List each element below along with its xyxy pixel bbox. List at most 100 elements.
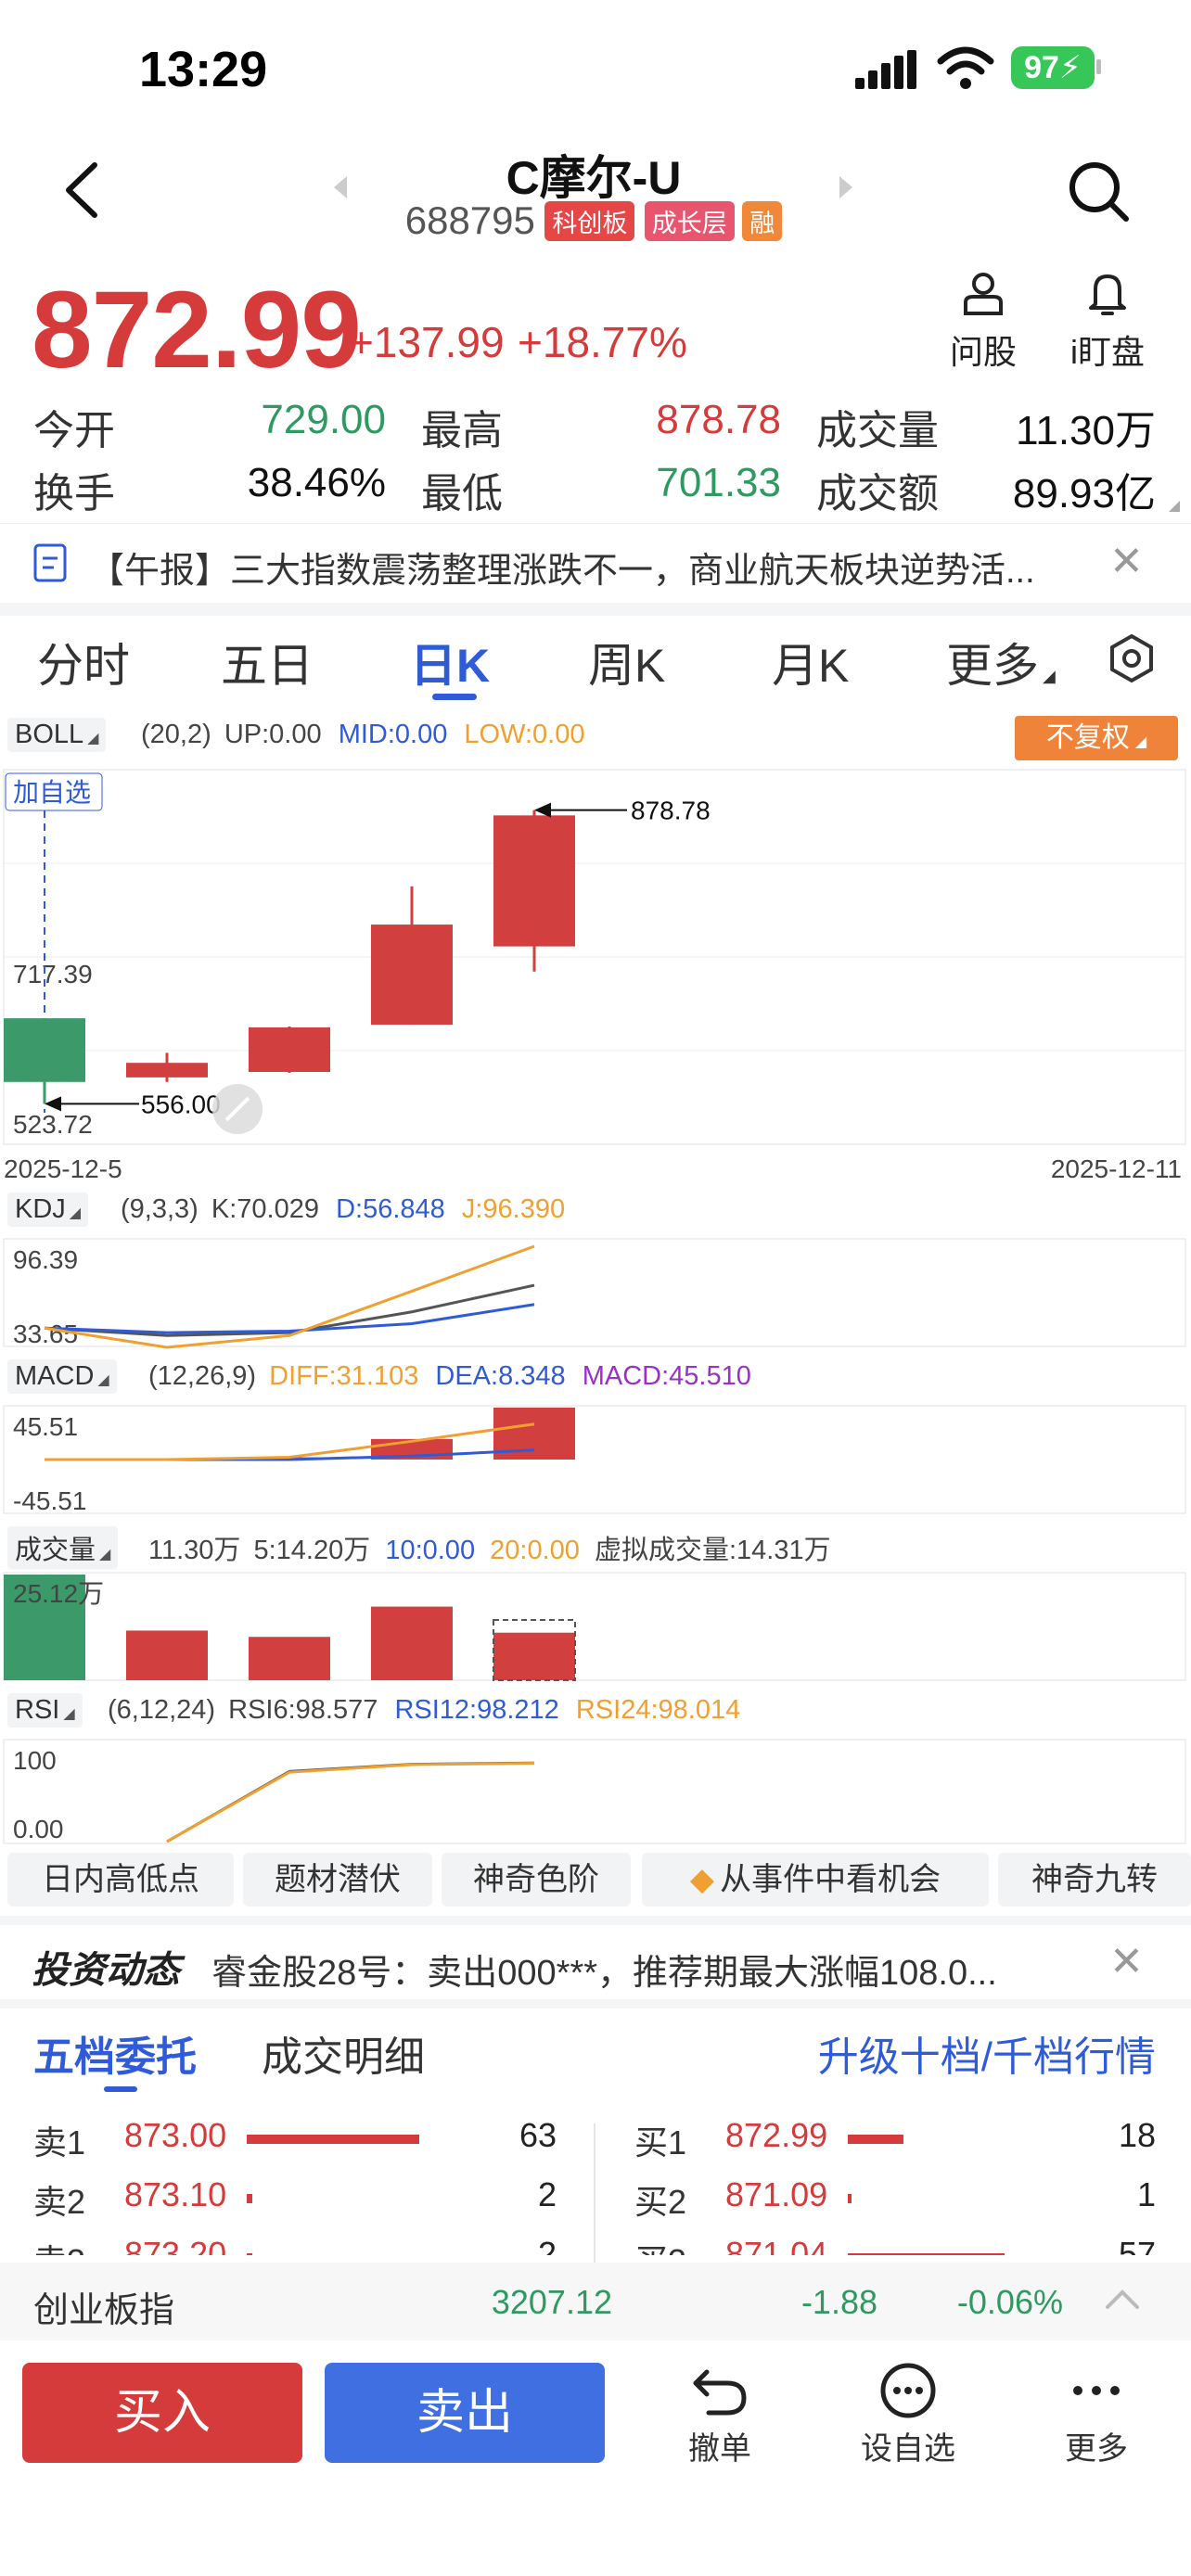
chip-magic-color[interactable]: 神奇色阶 — [442, 1853, 631, 1906]
chevron-up-icon[interactable] — [1104, 2285, 1141, 2313]
cancel-order-button[interactable]: 撤单 — [672, 2361, 768, 2472]
invest-close-icon[interactable]: ✕ — [1109, 1938, 1144, 1985]
rsi-indicator-select[interactable]: RSI ◢ — [7, 1693, 83, 1728]
sell-row[interactable]: 卖2 873.10 2 — [0, 2175, 575, 2227]
stock-chart[interactable]: 911.06717.39523.72加自选878.78556.002025-12… — [0, 760, 1191, 1845]
macd-ytick: -45.51 — [13, 1486, 86, 1515]
news-text: 【午报】三大指数震荡整理涨跌不一，商业航天板块逆势活... — [89, 552, 1035, 591]
macd-indicator-select[interactable]: MACD ◢ — [7, 1359, 117, 1394]
x-axis-start: 2025-12-5 — [4, 1154, 122, 1183]
ellipsis-icon — [1073, 2386, 1120, 2395]
index-value: 3207.12 — [491, 2283, 612, 2321]
add-watchlist-label: 设自选 — [861, 2431, 955, 2467]
index-name: 创业板指 — [33, 2291, 175, 2330]
invest-text: 睿金股28号：卖出000***，推荐期最大涨幅108.0... — [211, 1954, 997, 1993]
tab-active-indicator — [432, 694, 477, 700]
tab-five-day[interactable]: 五日 — [221, 629, 314, 695]
boll-mid: MID:0.00 — [338, 720, 448, 749]
boll-indicator-select[interactable]: BOLL ◢ — [7, 718, 107, 752]
tab-monthly-k[interactable]: 月K — [772, 629, 849, 695]
ask-stock-button[interactable]: 问股 — [939, 269, 1028, 371]
sell-qty: 2 — [537, 2235, 557, 2255]
tab-intraday[interactable]: 分时 — [37, 629, 130, 695]
volume-v1: 11.30万 — [148, 1536, 241, 1565]
invest-bottom-divider — [0, 1999, 1191, 2009]
invest-top-divider — [0, 1916, 1191, 1925]
volume-v5: 5:14.20万 — [253, 1536, 371, 1565]
tab-five-level[interactable]: 五档委托 — [33, 2023, 197, 2083]
boll-caret-icon: ◢ — [87, 731, 99, 746]
adjust-select[interactable]: 不复权 ◢ — [1015, 716, 1178, 760]
more-button[interactable]: 更多 — [1050, 2361, 1143, 2472]
kdj-indicator-select[interactable]: KDJ ◢ — [7, 1192, 89, 1227]
rsi-12: RSI12:98.212 — [394, 1695, 559, 1725]
buy-depth-bar — [848, 2253, 1005, 2255]
upgrade-depth-link[interactable]: 升级十档/千档行情 — [798, 2023, 1156, 2083]
buy-qty: 18 — [1118, 2116, 1156, 2154]
stats-expand-corner[interactable] — [1169, 501, 1180, 512]
macd-dea: DEA:8.348 — [435, 1361, 566, 1391]
charging-bolt-icon: ⚡ — [1058, 50, 1082, 85]
tab-trade-detail[interactable]: 成交明细 — [262, 2023, 425, 2083]
adjust-label: 不复权 — [1045, 722, 1130, 753]
kdj-line-d — [44, 1303, 535, 1334]
chart-settings-button[interactable] — [1106, 632, 1158, 684]
volume-indicator-select[interactable]: 成交量 ◢ — [7, 1526, 119, 1569]
stat-volume-value: 11.30万 — [1016, 408, 1156, 453]
current-price: 872.99 — [32, 269, 362, 391]
macd-values: (12,26,9) DIFF:31.103 DEA:8.348 MACD:45.… — [148, 1361, 751, 1392]
sell-price: 873.10 — [124, 2175, 227, 2213]
stat-high-value: 878.78 — [656, 397, 781, 442]
sell-depth-bar — [247, 2253, 252, 2255]
watch-market-button[interactable]: i盯盘 — [1052, 269, 1163, 371]
kdj-name: KDJ — [15, 1194, 66, 1224]
invest-news-bar[interactable]: 投资动态 睿金股28号：卖出000***，推荐期最大涨幅108.0... ✕ — [0, 1925, 1191, 1999]
adjust-caret-icon: ◢ — [1134, 734, 1147, 750]
high-annotation: 878.78 — [631, 797, 711, 825]
cellular-signal-icon — [853, 48, 920, 91]
bell-icon — [1089, 274, 1126, 315]
sell-row[interactable]: 卖3 873.20 2 — [0, 2235, 575, 2255]
buy-row[interactable]: 买3 871.04 57 — [612, 2235, 1169, 2255]
kdj-k: K:70.029 — [211, 1194, 319, 1224]
add-watchlist-button[interactable]: 设自选 — [850, 2361, 967, 2472]
buy-row[interactable]: 买1 872.99 18 — [612, 2116, 1169, 2168]
rsi-values: (6,12,24) RSI6:98.577 RSI12:98.212 RSI24… — [108, 1695, 740, 1726]
sell-row[interactable]: 卖1 873.00 63 — [0, 2116, 575, 2168]
boll-up: UP:0.00 — [224, 720, 322, 749]
buy-level-label: 买3 — [634, 2235, 686, 2255]
buy-depth-bar — [848, 2135, 904, 2144]
prev-stock-icon[interactable] — [334, 176, 347, 198]
buy-row[interactable]: 买2 871.09 1 — [612, 2175, 1169, 2227]
macd-ytick: 45.51 — [13, 1412, 78, 1441]
news-close-icon[interactable]: ✕ — [1109, 538, 1144, 585]
stat-open-label: 今开 — [33, 408, 115, 453]
tab-daily-k[interactable]: 日K — [410, 629, 490, 695]
stat-volume-label: 成交量 — [816, 408, 939, 453]
stock-code-row: 688795 科创板 成长层 融 — [371, 198, 816, 243]
sell-depth-bar — [247, 2194, 252, 2203]
price-change: +137.99 — [349, 318, 505, 366]
sell-button[interactable]: 卖出 — [325, 2363, 605, 2463]
chip-magic-nine[interactable]: 神奇九转 — [998, 1853, 1191, 1906]
index-bar[interactable]: 创业板指 3207.12 -1.88 -0.06% — [0, 2263, 1191, 2340]
chip-theme-ambush[interactable]: 题材潜伏 — [243, 1853, 432, 1906]
tab-more[interactable]: 更多 ◢ — [946, 629, 1056, 695]
k-ytick: 717.39 — [13, 960, 93, 988]
next-stock-icon[interactable] — [839, 176, 852, 198]
buy-button[interactable]: 买入 — [22, 2363, 302, 2463]
stat-low-value: 701.33 — [656, 460, 781, 505]
battery-level: 97 — [1024, 50, 1059, 85]
invest-logo: 投资动态 — [32, 1950, 180, 1991]
chip-intraday-high-low[interactable]: 日内高低点 — [7, 1853, 234, 1906]
wifi-icon — [937, 45, 994, 91]
buy-qty: 57 — [1118, 2235, 1156, 2255]
search-button[interactable] — [1067, 159, 1132, 224]
buy-price: 872.99 — [725, 2116, 828, 2154]
chip-event-opportunity[interactable]: ◆ 从事件中看机会 — [642, 1853, 989, 1906]
rsi-ytick: 100 — [13, 1746, 57, 1775]
back-button[interactable] — [58, 158, 104, 223]
add-watch-label: 加自选 — [13, 778, 91, 807]
tab-weekly-k[interactable]: 周K — [588, 629, 665, 695]
news-bar[interactable]: 【午报】三大指数震荡整理涨跌不一，商业航天板块逆势活... ✕ — [0, 525, 1191, 601]
